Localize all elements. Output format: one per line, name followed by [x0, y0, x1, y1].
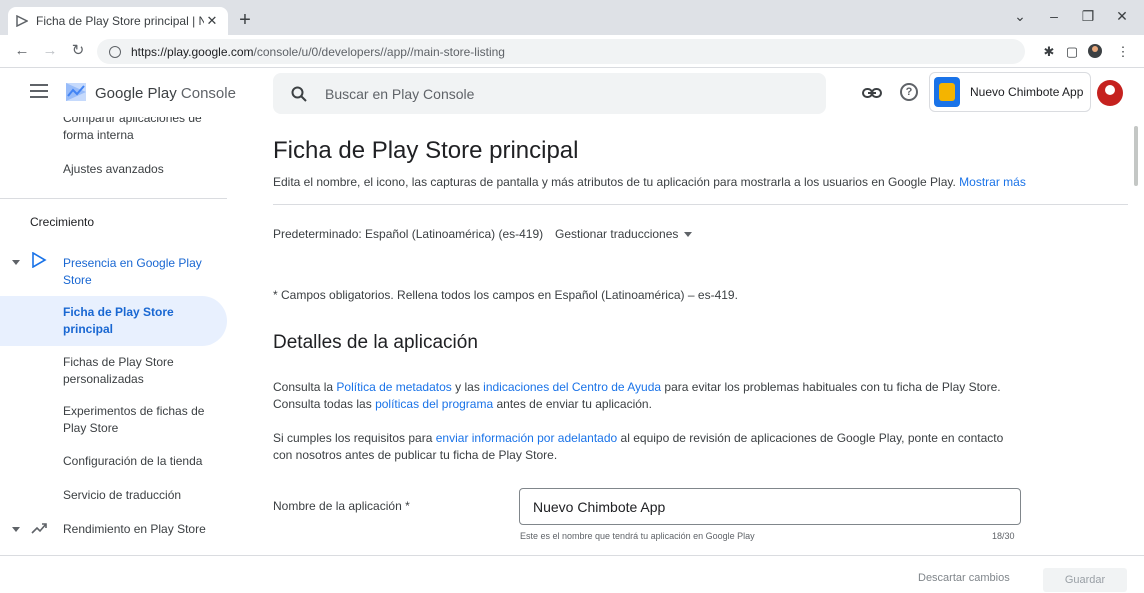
- expand-caret-icon[interactable]: [12, 260, 20, 265]
- show-more-link[interactable]: Mostrar más: [959, 175, 1026, 189]
- manage-translations-label: Gestionar traducciones: [555, 227, 679, 241]
- app-name: Nuevo Chimbote App: [970, 85, 1084, 99]
- play-console-logo-icon: [66, 83, 86, 101]
- p2-text-a: Consulta todas las: [273, 397, 372, 411]
- sidebar-item-translation-service[interactable]: Servicio de traducción: [63, 487, 181, 504]
- logo-google-play: Google Play: [95, 85, 177, 102]
- p3-text-b: al equipo de revisión de aplicaciones de…: [620, 431, 1004, 445]
- p3-text-a: Si cumples los requisitos para: [273, 431, 433, 445]
- tab-title: Ficha de Play Store principal | Nu: [36, 14, 204, 28]
- app-name-helper: Este es el nombre que tendrá tu aplicaci…: [520, 531, 755, 541]
- browser-toolbar: ← → ↻ https://play.google.com/console/u/…: [0, 35, 1144, 68]
- profile-icon[interactable]: [1086, 43, 1104, 61]
- menu-icon[interactable]: [30, 84, 48, 98]
- sidebar-item-store-settings[interactable]: Configuración de la tienda: [63, 453, 202, 470]
- sidebar-item-internal-sharing[interactable]: forma interna: [63, 127, 134, 144]
- sidebar: Compartir aplicaciones de forma interna …: [0, 114, 232, 554]
- url-path: /console/u/0/developers//app//main-store…: [253, 44, 505, 59]
- default-language: Predeterminado: Español (Latinoamérica) …: [273, 227, 544, 241]
- address-bar[interactable]: https://play.google.com/console/u/0/deve…: [97, 39, 1025, 64]
- search-input[interactable]: Buscar en Play Console: [325, 86, 474, 102]
- logo-console: Console: [180, 85, 236, 102]
- p3-text-c: con nosotros antes de publicar tu ficha …: [273, 448, 558, 462]
- p1-text-a: Consulta la: [273, 380, 334, 394]
- close-tab-icon[interactable]: ✕: [204, 13, 220, 29]
- forward-arrow-icon[interactable]: →: [40, 41, 60, 61]
- browser-tab[interactable]: Ficha de Play Store principal | Nu ✕: [8, 7, 228, 35]
- link-icon[interactable]: [861, 84, 883, 102]
- new-tab-button[interactable]: +: [234, 10, 256, 32]
- advance-notice-link[interactable]: enviar información por adelantado: [436, 431, 617, 445]
- sidebar-divider: [0, 198, 227, 199]
- help-icon[interactable]: ?: [900, 83, 918, 101]
- app-name-counter: 18/30: [992, 531, 1015, 541]
- account-avatar[interactable]: [1097, 80, 1123, 106]
- main-listing-line-2: principal: [63, 322, 114, 336]
- url-host: https://play.google.com: [131, 44, 254, 59]
- expand-caret-icon[interactable]: [12, 527, 20, 532]
- header-divider: [273, 204, 1128, 205]
- sidebar-item-share-partial[interactable]: Compartir aplicaciones de: [63, 117, 202, 127]
- sidebar-item-advanced-settings[interactable]: Ajustes avanzados: [63, 161, 164, 178]
- sidebar-item-main-listing[interactable]: Ficha de Play Store principal: [0, 296, 227, 346]
- custom-line-1: Fichas de Play Store: [63, 355, 174, 369]
- manage-translations-dropdown[interactable]: Gestionar traducciones: [555, 226, 693, 243]
- minimize-icon[interactable]: –: [1042, 8, 1066, 28]
- save-button[interactable]: Guardar: [1043, 568, 1127, 592]
- search-bar[interactable]: Buscar en Play Console: [273, 73, 826, 114]
- play-console-wordmark: Google Play Console: [95, 85, 236, 102]
- trending-up-icon: [31, 523, 47, 534]
- tab-search-icon[interactable]: ⌄: [1008, 8, 1032, 28]
- browser-tab-strip: Ficha de Play Store principal | Nu ✕ + ⌄…: [0, 0, 1144, 35]
- restore-icon[interactable]: ❐: [1076, 8, 1100, 28]
- metadata-policy-link[interactable]: Política de metadatos: [336, 380, 451, 394]
- app-icon: [934, 77, 960, 107]
- search-icon: [291, 86, 307, 102]
- side-panel-icon[interactable]: ▢: [1063, 43, 1081, 61]
- section-title: Detalles de la aplicación: [273, 332, 478, 353]
- experiments-line-1: Experimentos de fichas de: [63, 404, 205, 418]
- app-selector[interactable]: Nuevo Chimbote App: [929, 72, 1091, 112]
- page-subtitle: Edita el nombre, el icono, las capturas …: [273, 174, 1026, 191]
- sidebar-item-custom-listings[interactable]: Fichas de Play Store personalizadas: [63, 354, 174, 388]
- presence-line-2: Store: [63, 273, 92, 287]
- p1-text-c: para evitar los problemas habituales con…: [664, 380, 1001, 394]
- scrollbar-thumb[interactable]: [1134, 126, 1138, 186]
- close-window-icon[interactable]: ✕: [1110, 8, 1134, 28]
- play-store-icon: [32, 252, 47, 268]
- policy-paragraph: Consulta la Política de metadatos y las …: [273, 379, 1001, 413]
- program-policies-link[interactable]: políticas del programa: [375, 397, 493, 411]
- reload-icon[interactable]: ↻: [68, 41, 88, 61]
- required-fields-note: * Campos obligatorios. Rellena todos los…: [273, 288, 738, 302]
- extensions-icon[interactable]: ✱: [1040, 43, 1058, 61]
- app-name-input[interactable]: Nuevo Chimbote App: [519, 488, 1021, 525]
- sidebar-section-growth: Crecimiento: [30, 215, 95, 229]
- main-listing-line-1: Ficha de Play Store: [63, 305, 174, 319]
- sidebar-group-performance[interactable]: Rendimiento en Play Store: [63, 521, 206, 538]
- site-info-icon[interactable]: [109, 45, 121, 58]
- discard-changes-button[interactable]: Descartar cambios: [918, 572, 1010, 584]
- play-console-favicon-icon: [16, 15, 28, 27]
- page-title: Ficha de Play Store principal: [273, 137, 579, 164]
- p2-text-b: antes de enviar tu aplicación.: [496, 397, 652, 411]
- experiments-line-2: Play Store: [63, 421, 119, 435]
- back-arrow-icon[interactable]: ←: [12, 41, 32, 61]
- subtitle-text: Edita el nombre, el icono, las capturas …: [273, 175, 956, 189]
- custom-line-2: personalizadas: [63, 372, 144, 386]
- sidebar-group-presence[interactable]: Presencia en Google Play Store: [63, 255, 202, 289]
- app-name-label: Nombre de la aplicación *: [273, 499, 410, 513]
- advance-notice-paragraph: Si cumples los requisitos para enviar in…: [273, 430, 1003, 464]
- help-center-link[interactable]: indicaciones del Centro de Ayuda: [483, 380, 661, 394]
- browser-menu-icon[interactable]: ⋮: [1114, 43, 1132, 61]
- presence-line-1: Presencia en Google Play: [63, 256, 202, 270]
- p1-text-b: y las: [455, 380, 480, 394]
- chevron-down-icon: [684, 232, 693, 237]
- sidebar-item-listing-experiments[interactable]: Experimentos de fichas de Play Store: [63, 403, 204, 437]
- action-footer: Descartar cambios Guardar: [0, 555, 1144, 593]
